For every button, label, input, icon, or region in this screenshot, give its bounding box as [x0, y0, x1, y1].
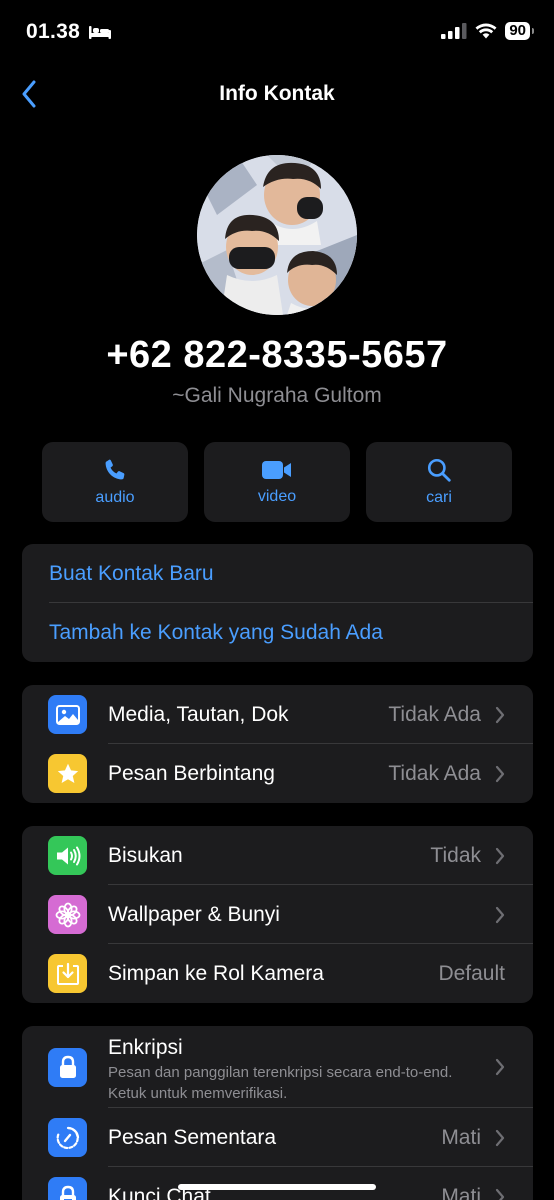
cellular-signal-icon [441, 23, 467, 39]
lock-chat-icon [48, 1177, 87, 1200]
encryption-row[interactable]: Enkripsi Pesan dan panggilan terenkripsi… [22, 1026, 533, 1108]
navigation-bar: Info Kontak [0, 70, 554, 118]
media-value: Tidak Ada [388, 702, 481, 726]
chevron-right-icon [495, 765, 505, 782]
add-existing-contact-button[interactable]: Tambah ke Kontak yang Sudah Ada [22, 603, 533, 662]
audio-call-label: audio [95, 489, 135, 506]
avatar-photo [197, 155, 357, 315]
search-icon [427, 458, 451, 482]
video-call-button[interactable]: video [204, 442, 350, 522]
wifi-icon [475, 23, 497, 39]
speaker-icon [48, 836, 87, 875]
wallpaper-sound-row[interactable]: Wallpaper & Bunyi [22, 885, 533, 944]
contact-phone-number: +62 822-8335-5657 [106, 334, 448, 376]
contact-options-group: Buat Kontak Baru Tambah ke Kontak yang S… [22, 544, 533, 662]
chevron-right-icon [495, 906, 505, 923]
star-icon [48, 754, 87, 793]
add-existing-contact-label: Tambah ke Kontak yang Sudah Ada [49, 620, 383, 644]
starred-messages-row[interactable]: Pesan Berbintang Tidak Ada [22, 744, 533, 803]
bed-icon [89, 26, 112, 39]
lock-icon [48, 1047, 87, 1087]
chevron-right-icon [495, 1129, 505, 1146]
chevron-right-icon [495, 847, 505, 864]
new-contact-label: Buat Kontak Baru [49, 561, 214, 585]
mute-value: Tidak [430, 843, 481, 867]
save-camera-roll-label: Simpan ke Rol Kamera [108, 961, 324, 985]
timer-icon [48, 1118, 87, 1157]
disappearing-value: Mati [441, 1125, 481, 1149]
search-label: cari [426, 489, 452, 506]
audio-call-button[interactable]: audio [42, 442, 188, 522]
video-call-label: video [257, 488, 297, 505]
encryption-description: Pesan dan panggilan terenkripsi secara e… [108, 1064, 453, 1102]
video-camera-icon [262, 461, 291, 479]
wallpaper-label: Wallpaper & Bunyi [108, 902, 280, 926]
flower-icon [48, 895, 87, 934]
chat-lock-value: Mati [441, 1184, 481, 1200]
battery-indicator: 90 [505, 22, 534, 40]
new-contact-button[interactable]: Buat Kontak Baru [22, 544, 533, 603]
photo-icon [48, 695, 87, 734]
mute-row[interactable]: Bisukan Tidak [22, 826, 533, 885]
chevron-right-icon [495, 706, 505, 723]
disappearing-messages-row[interactable]: Pesan Sementara Mati [22, 1108, 533, 1167]
home-indicator[interactable] [178, 1184, 376, 1190]
contact-push-name: ~Gali Nugraha Gultom [172, 384, 382, 407]
chevron-right-icon [495, 1188, 505, 1200]
encryption-label: Enkripsi [108, 1036, 183, 1059]
phone-icon [105, 459, 125, 480]
status-time: 01.38 [26, 20, 81, 43]
save-to-camera-roll-row[interactable]: Simpan ke Rol Kamera Default [22, 944, 533, 1003]
starred-value: Tidak Ada [388, 761, 481, 785]
disappearing-label: Pesan Sementara [108, 1125, 277, 1149]
privacy-group: Enkripsi Pesan dan panggilan terenkripsi… [22, 1026, 533, 1200]
settings-group: Bisukan Tidak Wallpaper & Bunyi Simpan k… [22, 826, 533, 1003]
page-title: Info Kontak [219, 82, 335, 105]
search-button[interactable]: cari [366, 442, 512, 522]
save-camera-roll-value: Default [438, 961, 505, 985]
action-buttons: audio video cari [42, 442, 512, 522]
contact-avatar[interactable] [197, 155, 357, 315]
download-icon [48, 954, 87, 993]
media-label: Media, Tautan, Dok [108, 702, 289, 726]
chevron-right-icon [495, 1058, 505, 1076]
starred-label: Pesan Berbintang [108, 761, 275, 785]
mute-label: Bisukan [108, 843, 183, 867]
status-bar: 01.38 90 [0, 0, 554, 66]
media-links-docs-row[interactable]: Media, Tautan, Dok Tidak Ada [22, 685, 533, 744]
media-group: Media, Tautan, Dok Tidak Ada Pesan Berbi… [22, 685, 533, 803]
